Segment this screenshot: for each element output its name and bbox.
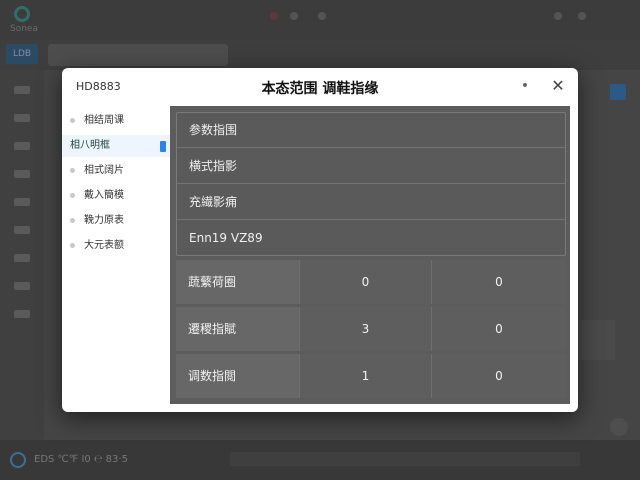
bg-toolbar-icon [554,12,562,20]
bg-sidebar-item [14,142,30,150]
close-icon[interactable]: ✕ [548,76,568,96]
nav-item-label: 戴入簡模 [84,190,124,201]
bullet-icon [70,168,75,173]
list-item[interactable]: 充繊影痈 [177,185,565,220]
nav-item[interactable]: 鞔力原表 [62,210,170,232]
value-cell[interactable]: 0 [432,260,566,304]
bg-footer-badge-icon [610,418,628,436]
active-indicator [160,141,166,152]
bg-sidebar-item [14,86,30,94]
value-table: 蔬蘩荷圈 0 0 遷稷指賦 3 0 调数指閲 1 0 [176,260,566,398]
app-logo-icon [14,6,30,22]
bg-topbar [0,0,640,40]
bg-sidebar-item [14,226,30,234]
bg-footer-text: EDS ℃℉ I0 ℮ 83·5 [34,454,128,465]
nav-item-label: 大元表额 [84,240,124,251]
bg-status-icon [270,12,278,20]
dialog-title: 本态范围 调鞋指缘 [261,81,379,97]
list-item[interactable]: 参数指围 [177,113,565,148]
list-item[interactable]: Enn19 VZ89 [177,221,565,256]
bg-toolbar-icon [578,12,586,20]
value-cell[interactable]: 0 [300,260,432,304]
nav-item-label: 相式阔片 [84,165,124,176]
table-row: 调数指閲 1 0 [176,354,566,398]
nav-item-label: 鞔力原表 [84,215,124,226]
bg-sidebar-item [14,282,30,290]
bg-app-name: Sonea [10,24,38,34]
bg-footer-bar [230,452,580,466]
bullet-icon [70,193,75,198]
settings-dialog: HD8883 本态范围 调鞋指缘 • ✕ 相结周课 相八明框 相式阔片 戴入簡模… [62,68,578,412]
value-cell[interactable]: 0 [432,307,566,351]
nav-item[interactable]: 相结周课 [62,110,170,132]
nav-item[interactable]: 戴入簡模 [62,185,170,207]
list-item[interactable]: 横式指影 [177,149,565,184]
bg-tag: LDB [6,44,38,64]
bg-sidebar-item [14,170,30,178]
nav-item-label: 相八明框 [70,140,110,151]
value-cell[interactable]: 0 [432,354,566,398]
bg-sidebar-item [14,198,30,206]
bg-toolbar-icon [318,12,326,20]
row-label: 调数指閲 [176,354,300,398]
dialog-header: HD8883 本态范围 调鞋指缘 • ✕ [62,68,578,106]
row-label: 蔬蘩荷圈 [176,260,300,304]
nav-item[interactable]: 大元表额 [62,235,170,257]
bg-sidebar-item [14,254,30,262]
bg-sidebar-item [14,114,30,122]
value-cell[interactable]: 1 [300,354,432,398]
bg-sidebar-item [14,310,30,318]
value-cell[interactable]: 3 [300,307,432,351]
bg-right-card [575,320,615,360]
bg-footer-check-icon [10,452,26,468]
nav-item[interactable]: 相式阔片 [62,160,170,182]
dialog-content: 参数指围 横式指影 充繊影痈 Enn19 VZ89 蔬蘩荷圈 0 0 遷稷指賦 … [170,106,570,404]
bg-sidebar [0,70,44,440]
bg-tab [48,44,228,66]
bullet-icon [70,243,75,248]
row-label: 遷稷指賦 [176,307,300,351]
bullet-icon [70,118,75,123]
bullet-icon [70,218,75,223]
dialog-nav: 相结周课 相八明框 相式阔片 戴入簡模 鞔力原表 大元表额 [62,106,170,412]
nav-item-label: 相结周课 [84,115,124,126]
table-row: 遷稷指賦 3 0 [176,307,566,351]
option-list: 参数指围 横式指影 充繊影痈 Enn19 VZ89 [176,112,566,256]
nav-item-active[interactable]: 相八明框 [62,135,170,157]
table-row: 蔬蘩荷圈 0 0 [176,260,566,304]
more-options-icon[interactable]: • [518,76,532,96]
bg-toolbar-icon [290,12,298,20]
bg-right-icon [610,84,626,100]
